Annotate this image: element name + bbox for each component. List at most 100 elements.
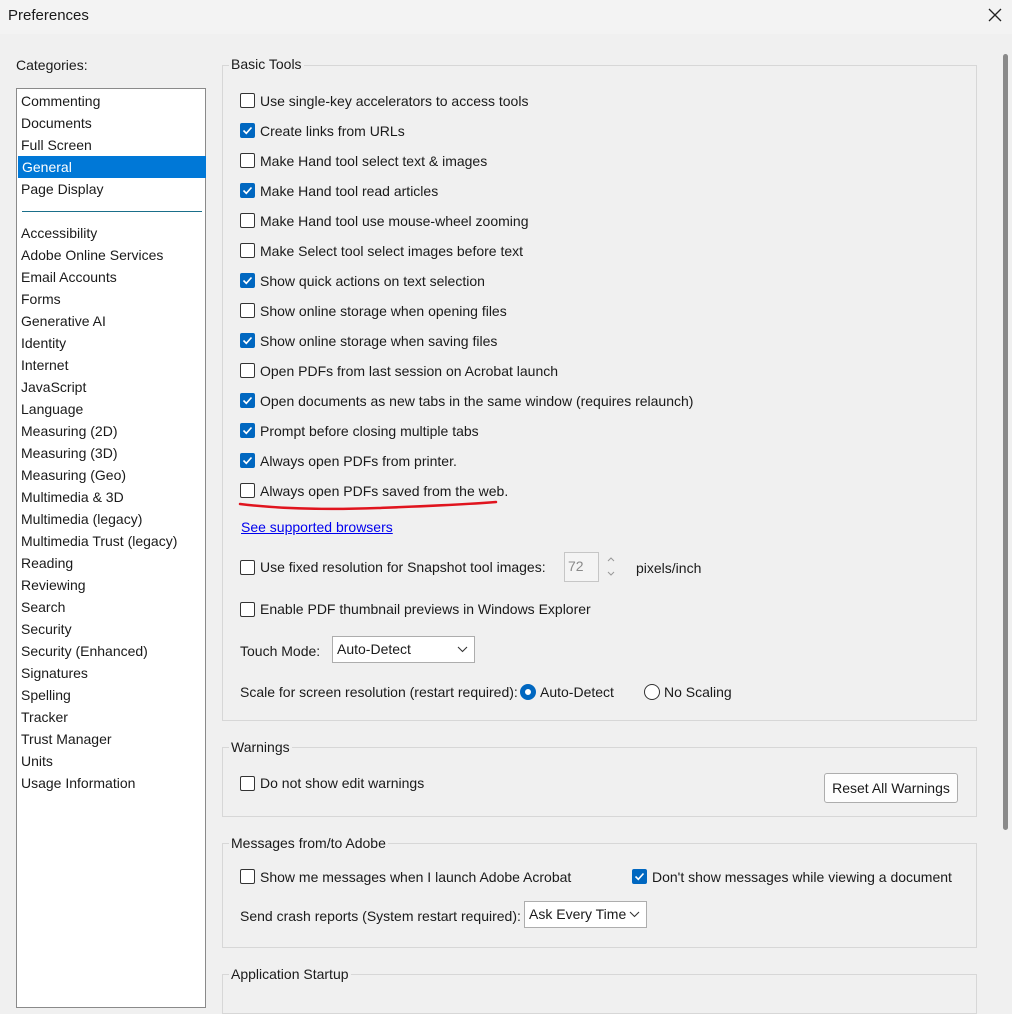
hand-tool-select-text-checkbox[interactable] [240,153,255,168]
hand-tool-read-articles-label: Make Hand tool read articles [260,183,439,199]
messages-label: Messages from/to Adobe [229,835,388,851]
online-storage-opening-label: Show online storage when opening files [260,303,507,319]
fixed-resolution-checkbox[interactable] [240,560,255,575]
startup-label: Application Startup [229,966,351,982]
open-last-session-label: Open PDFs from last session on Acrobat l… [260,363,559,379]
category-forms[interactable]: Forms [17,288,205,310]
crash-reports-label: Send crash reports (System restart requi… [240,908,521,924]
online-storage-saving-label: Show online storage when saving files [260,333,498,349]
category-tracker[interactable]: Tracker [17,706,205,728]
category-trust-manager[interactable]: Trust Manager [17,728,205,750]
edit-warnings-label: Do not show edit warnings [260,775,425,791]
quick-actions-label: Show quick actions on text selection [260,273,485,289]
category-multimedia-3d[interactable]: Multimedia & 3D [17,486,205,508]
see-supported-browsers-link[interactable]: See supported browsers [241,519,393,535]
dont-show-messages-label: Don't show messages while viewing a docu… [652,869,952,885]
pixels-per-inch-label: pixels/inch [636,560,702,576]
crash-reports-value: Ask Every Time [529,906,627,922]
category-language[interactable]: Language [17,398,205,420]
category-security[interactable]: Security [17,618,205,640]
category-divider [22,211,202,212]
create-links-urls-label: Create links from URLs [260,123,405,139]
category-measuring-geo[interactable]: Measuring (Geo) [17,464,205,486]
title-bar: Preferences [0,0,1012,34]
thumbnail-preview-checkbox[interactable] [240,602,255,617]
category-internet[interactable]: Internet [17,354,205,376]
scale-no-scaling-label: No Scaling [664,684,732,700]
spin-up-icon[interactable] [604,553,618,566]
category-documents[interactable]: Documents [17,112,205,134]
chevron-down-icon [629,911,640,918]
category-usage-information[interactable]: Usage Information [17,772,205,794]
category-general-selected[interactable]: General [18,156,206,178]
categories-list[interactable]: Commenting Documents Full Screen General… [16,88,206,1008]
category-adobe-online-services[interactable]: Adobe Online Services [17,244,205,266]
category-search[interactable]: Search [17,596,205,618]
spin-down-icon[interactable] [604,567,618,580]
warnings-label: Warnings [229,739,292,755]
prompt-closing-tabs-checkbox[interactable] [240,423,255,438]
scrollbar-thumb[interactable] [1003,54,1008,830]
category-measuring-2d[interactable]: Measuring (2D) [17,420,205,442]
category-measuring-3d[interactable]: Measuring (3D) [17,442,205,464]
category-spelling[interactable]: Spelling [17,684,205,706]
category-identity[interactable]: Identity [17,332,205,354]
touch-mode-value: Auto-Detect [337,641,411,657]
open-last-session-checkbox[interactable] [240,363,255,378]
create-links-urls-checkbox[interactable] [240,123,255,138]
category-security-enhanced[interactable]: Security (Enhanced) [17,640,205,662]
category-commenting[interactable]: Commenting [17,90,205,112]
reset-all-warnings-button[interactable]: Reset All Warnings [824,773,958,803]
single-key-accelerators-label: Use single-key accelerators to access to… [260,93,529,109]
hand-tool-mouse-wheel-label: Make Hand tool use mouse-wheel zooming [260,213,529,229]
crash-reports-dropdown[interactable]: Ask Every Time [524,901,647,928]
category-generative-ai[interactable]: Generative AI [17,310,205,332]
prompt-closing-tabs-label: Prompt before closing multiple tabs [260,423,479,439]
online-storage-saving-checkbox[interactable] [240,333,255,348]
select-tool-images-checkbox[interactable] [240,243,255,258]
category-units[interactable]: Units [17,750,205,772]
category-accessibility[interactable]: Accessibility [17,222,205,244]
window-title: Preferences [8,7,89,24]
category-multimedia-trust-legacy[interactable]: Multimedia Trust (legacy) [17,530,205,552]
show-messages-checkbox[interactable] [240,869,255,884]
open-as-tabs-label: Open documents as new tabs in the same w… [260,393,694,409]
select-tool-images-label: Make Select tool select images before te… [260,243,524,259]
vertical-scrollbar[interactable] [1000,34,1012,1003]
hand-tool-mouse-wheel-checkbox[interactable] [240,213,255,228]
single-key-accelerators-checkbox[interactable] [240,93,255,108]
open-from-printer-label: Always open PDFs from printer. [260,453,457,469]
dont-show-messages-checkbox[interactable] [632,869,647,884]
online-storage-opening-checkbox[interactable] [240,303,255,318]
resolution-value-input[interactable]: 72 [564,552,599,582]
fixed-resolution-label: Use fixed resolution for Snapshot tool i… [260,559,546,575]
hand-tool-select-text-label: Make Hand tool select text & images [260,153,488,169]
show-messages-label: Show me messages when I launch Adobe Acr… [260,869,572,885]
category-full-screen[interactable]: Full Screen [17,134,205,156]
hand-tool-read-articles-checkbox[interactable] [240,183,255,198]
open-saved-from-web-checkbox[interactable] [240,483,255,498]
category-signatures[interactable]: Signatures [17,662,205,684]
basic-tools-label: Basic Tools [229,56,304,72]
open-from-printer-checkbox[interactable] [240,453,255,468]
red-underline-annotation [238,500,498,511]
chevron-down-icon [457,646,468,653]
category-page-display[interactable]: Page Display [17,178,205,200]
touch-mode-label: Touch Mode: [240,643,321,659]
category-javascript[interactable]: JavaScript [17,376,205,398]
category-reviewing[interactable]: Reviewing [17,574,205,596]
scale-auto-detect-label: Auto-Detect [540,684,614,700]
scale-no-scaling-radio[interactable] [644,684,660,700]
open-as-tabs-checkbox[interactable] [240,393,255,408]
category-multimedia-legacy[interactable]: Multimedia (legacy) [17,508,205,530]
category-reading[interactable]: Reading [17,552,205,574]
scale-label: Scale for screen resolution (restart req… [240,684,518,700]
quick-actions-checkbox[interactable] [240,273,255,288]
close-icon[interactable] [986,6,1004,24]
messages-group [222,843,977,948]
thumbnail-preview-label: Enable PDF thumbnail previews in Windows… [260,601,591,617]
edit-warnings-checkbox[interactable] [240,776,255,791]
category-email-accounts[interactable]: Email Accounts [17,266,205,288]
scale-auto-detect-radio[interactable] [520,684,536,700]
touch-mode-dropdown[interactable]: Auto-Detect [332,636,475,663]
